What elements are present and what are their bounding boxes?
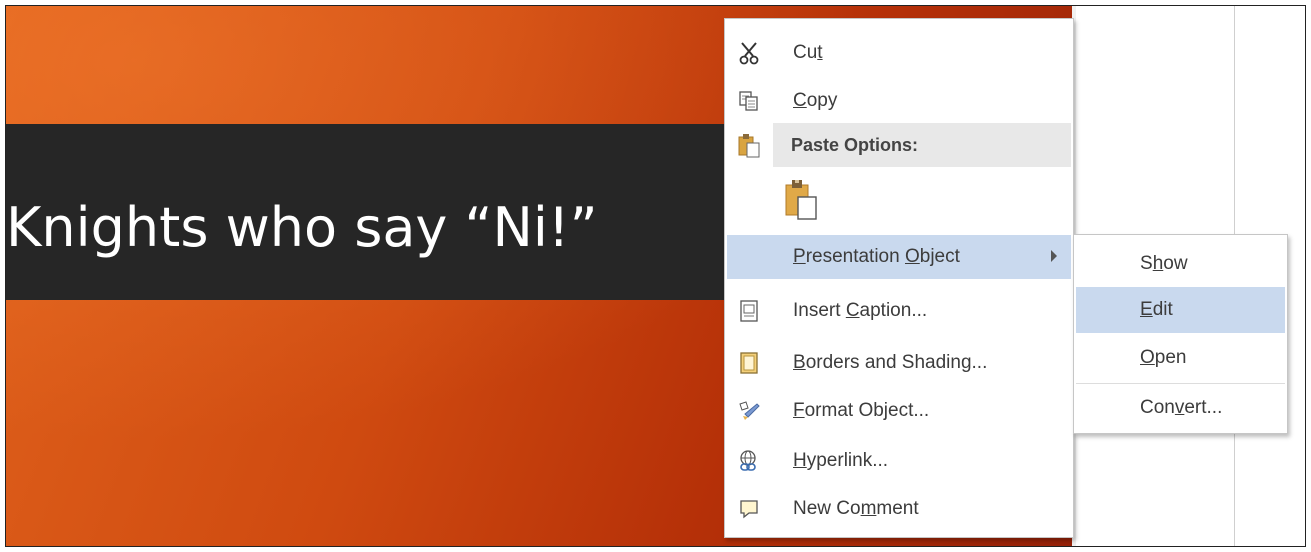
submenu-separator	[1076, 383, 1285, 384]
menu-item-format-object[interactable]: Format Object...	[727, 389, 1071, 433]
submenu-item-show[interactable]: Show	[1076, 241, 1285, 287]
menu-item-label: Format Object...	[793, 400, 930, 421]
context-menu: Cut Copy Paste Options: Presentation Obj…	[724, 18, 1074, 538]
submenu-item-edit[interactable]: Edit	[1076, 287, 1285, 333]
hyperlink-icon	[737, 449, 761, 473]
menu-item-presentation-object[interactable]: Presentation Object	[727, 235, 1071, 279]
menu-item-cut[interactable]: Cut	[727, 31, 1071, 75]
submenu-item-label: Edit	[1140, 299, 1173, 320]
menu-item-label: Insert Caption...	[793, 300, 928, 321]
menu-item-label: Cut	[793, 42, 823, 63]
submenu-item-label: Open	[1140, 347, 1187, 368]
presentation-object-submenu: Show Edit Open Convert...	[1073, 234, 1288, 434]
paste-keep-formatting-icon	[783, 180, 819, 226]
paste-options-label: Paste Options:	[791, 135, 919, 155]
paste-icon	[737, 133, 761, 165]
paste-keep-formatting-button[interactable]	[783, 177, 823, 223]
submenu-item-convert[interactable]: Convert...	[1076, 385, 1285, 431]
menu-item-label: New Comment	[793, 498, 919, 519]
submenu-item-open[interactable]: Open	[1076, 335, 1285, 381]
slide-title: Knights who say “Ni!”	[6, 196, 598, 259]
menu-item-insert-caption[interactable]: Insert Caption...	[727, 289, 1071, 333]
scissors-icon	[737, 41, 761, 65]
menu-item-label: Hyperlink...	[793, 450, 889, 471]
menu-item-label: Presentation Object	[793, 246, 960, 267]
menu-item-borders-shading[interactable]: Borders and Shading...	[727, 341, 1071, 385]
menu-item-hyperlink[interactable]: Hyperlink...	[727, 439, 1071, 483]
caption-icon	[737, 299, 761, 323]
comment-icon	[737, 497, 761, 521]
format-object-icon	[737, 399, 761, 423]
submenu-arrow-icon	[1051, 250, 1057, 262]
submenu-item-label: Convert...	[1140, 397, 1223, 418]
submenu-item-label: Show	[1140, 253, 1188, 274]
menu-item-label: Borders and Shading...	[793, 352, 988, 373]
menu-item-label: Copy	[793, 90, 838, 111]
borders-icon	[737, 351, 761, 375]
menu-item-copy[interactable]: Copy	[727, 79, 1071, 123]
copy-icon	[737, 89, 761, 113]
menu-item-new-comment[interactable]: New Comment	[727, 487, 1071, 531]
